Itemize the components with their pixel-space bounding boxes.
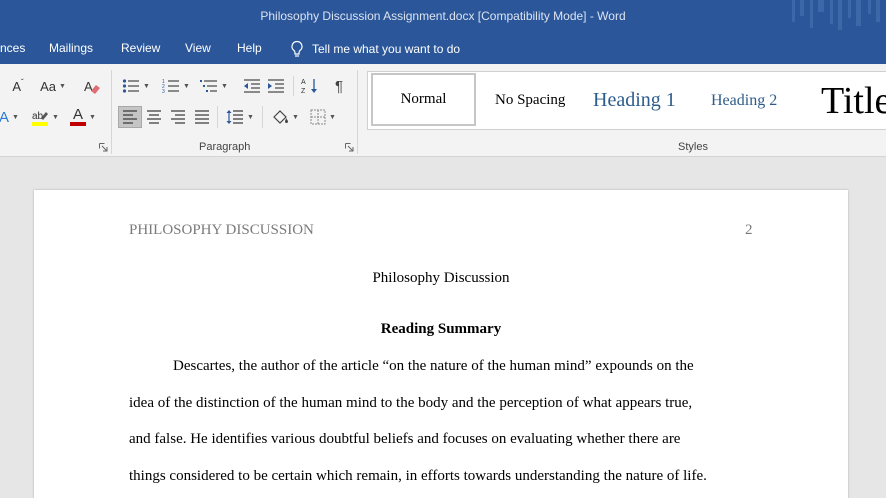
paragraph-line: things considered to be certain which re… bbox=[129, 468, 707, 484]
text-effects-button[interactable]: A ▼ bbox=[0, 106, 22, 128]
change-case-button[interactable]: Aa ▼ bbox=[36, 75, 70, 97]
numbering-button[interactable]: 123 ▼ bbox=[158, 75, 194, 97]
eraser-icon: A bbox=[84, 79, 100, 94]
sort-button[interactable]: AZ bbox=[298, 75, 322, 97]
change-case-label: Aa bbox=[40, 78, 56, 94]
paragraph-dialog-launcher-icon[interactable] bbox=[345, 143, 354, 152]
style-normal[interactable]: Normal bbox=[371, 73, 476, 126]
title-bar: Philosophy Discussion Assignment.docx [C… bbox=[0, 0, 886, 33]
style-heading-1[interactable]: Heading 1 bbox=[593, 72, 676, 129]
svg-text:ab: ab bbox=[32, 111, 44, 122]
tab-references[interactable]: nces bbox=[0, 41, 25, 55]
borders-button[interactable]: ▼ bbox=[305, 106, 341, 128]
tab-review[interactable]: Review bbox=[121, 41, 160, 55]
styles-group-label: Styles bbox=[678, 141, 708, 153]
increase-indent-icon bbox=[268, 79, 284, 93]
lightbulb-icon bbox=[291, 40, 303, 57]
align-left-icon bbox=[123, 110, 137, 124]
increase-indent-button[interactable] bbox=[264, 75, 288, 97]
pilcrow-icon: ¶ bbox=[334, 77, 344, 95]
paragraph-line: idea of the distinction of the human min… bbox=[129, 395, 693, 411]
separator bbox=[111, 70, 112, 154]
svg-text:A: A bbox=[301, 79, 306, 86]
align-center-icon bbox=[147, 110, 161, 124]
bullets-icon bbox=[122, 79, 140, 93]
show-formatting-button[interactable]: ¶ bbox=[327, 75, 351, 97]
svg-text:Z: Z bbox=[301, 88, 306, 95]
multilevel-list-button[interactable]: ▼ bbox=[196, 75, 232, 97]
window-title: Philosophy Discussion Assignment.docx [C… bbox=[260, 9, 626, 23]
document-title: Philosophy Discussion bbox=[372, 270, 510, 286]
ribbon-tabs: nces Mailings Review View Help Tell me w… bbox=[0, 33, 886, 64]
paragraph-line: Descartes, the author of the article “on… bbox=[173, 358, 694, 374]
text-effects-label: A bbox=[0, 108, 10, 126]
font-color-label: A bbox=[73, 106, 84, 123]
shading-button[interactable]: ▼ bbox=[267, 106, 303, 128]
font-dialog-launcher-icon[interactable] bbox=[99, 143, 108, 152]
style-title[interactable]: Title bbox=[821, 72, 886, 129]
font-color-button[interactable]: A ▼ bbox=[66, 106, 100, 128]
decrease-indent-icon bbox=[244, 79, 260, 93]
text-highlight-button[interactable]: ab ▼ bbox=[28, 106, 62, 128]
page-number: 2 bbox=[745, 222, 753, 238]
highlighter-icon: ab bbox=[32, 111, 49, 126]
grow-font-button[interactable]: Aˇ bbox=[6, 75, 30, 97]
running-head: PHILOSOPHY DISCUSSION bbox=[129, 222, 314, 238]
separator bbox=[357, 70, 358, 154]
paragraph-line: and false. He identifies various doubtfu… bbox=[129, 431, 681, 447]
numbering-icon: 123 bbox=[162, 79, 180, 94]
document-page[interactable]: PHILOSOPHY DISCUSSION 2 Philosophy Discu… bbox=[34, 190, 848, 498]
svg-text:3: 3 bbox=[162, 89, 165, 94]
grow-font-label: A bbox=[12, 78, 21, 94]
paragraph-group-label: Paragraph bbox=[199, 141, 251, 153]
tab-mailings[interactable]: Mailings bbox=[49, 41, 93, 55]
justify-icon bbox=[195, 110, 209, 124]
style-no-spacing[interactable]: No Spacing bbox=[495, 72, 565, 129]
titlebar-pattern-icon bbox=[792, 0, 880, 30]
style-heading-2[interactable]: Heading 2 bbox=[711, 72, 777, 129]
clear-formatting-button[interactable]: A bbox=[80, 75, 104, 97]
separator bbox=[293, 76, 294, 96]
align-left-button[interactable] bbox=[118, 106, 142, 128]
separator bbox=[217, 106, 218, 128]
justify-button[interactable] bbox=[190, 106, 214, 128]
multilevel-list-icon bbox=[200, 80, 218, 92]
bullets-button[interactable]: ▼ bbox=[118, 75, 154, 97]
tab-view[interactable]: View bbox=[185, 41, 211, 55]
line-spacing-button[interactable]: ▼ bbox=[222, 106, 258, 128]
styles-gallery: Normal No Spacing Heading 1 Heading 2 Ti… bbox=[367, 71, 886, 130]
align-right-button[interactable] bbox=[166, 106, 190, 128]
shading-icon bbox=[273, 110, 289, 124]
decrease-indent-button[interactable] bbox=[240, 75, 264, 97]
tell-me-label: Tell me what you want to do bbox=[312, 42, 461, 56]
sort-icon: AZ bbox=[301, 79, 317, 95]
align-center-button[interactable] bbox=[142, 106, 166, 128]
section-heading: Reading Summary bbox=[380, 321, 502, 337]
line-spacing-icon bbox=[226, 110, 244, 124]
svg-text:A: A bbox=[84, 79, 93, 94]
tab-help[interactable]: Help bbox=[237, 41, 262, 55]
separator bbox=[262, 106, 263, 128]
tell-me-search[interactable]: Tell me what you want to do bbox=[290, 39, 460, 59]
align-right-icon bbox=[171, 110, 185, 124]
borders-icon bbox=[310, 109, 326, 125]
ribbon: Aˇ Aa ▼ A A ▼ ab ▼ A ▼ ▼ 1 2 3 ▼ ▼ A Z ¶… bbox=[0, 64, 886, 157]
